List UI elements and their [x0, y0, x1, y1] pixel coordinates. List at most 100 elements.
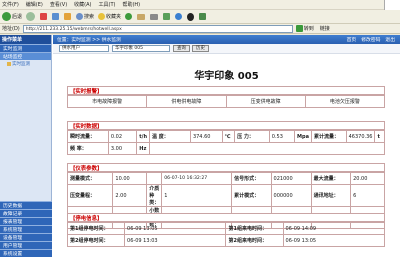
table-row: 第1组停电时间： 06-09 13:05 第1组来电时间： 06-09 14:0…: [66, 222, 386, 235]
unit-cell: t: [374, 130, 385, 143]
menu-favorites[interactable]: 收藏(A): [74, 1, 91, 8]
table-row: 频 率： 3.00 Hz: [67, 142, 385, 155]
unit-cell: ℃: [221, 130, 236, 143]
folder-icon: [7, 62, 11, 66]
sidebar-item-realtime[interactable]: 实时监测: [0, 44, 51, 52]
sidebar-item-settings[interactable]: 系统设置: [0, 249, 52, 257]
tool-icon: [199, 13, 207, 20]
menu-file[interactable]: 文件(F): [2, 1, 19, 8]
menu-help[interactable]: 帮助(H): [122, 1, 140, 8]
realtime-table: 瞬时流量： 0.02 t/h 温 度： 374.60 ℃ 压 力： 0.53 M…: [67, 130, 385, 155]
refresh-icon: [52, 13, 60, 20]
sidebar-item-devices[interactable]: 设备管理: [0, 233, 52, 241]
empty-cell: [149, 142, 385, 155]
table-row: 压变量程： 2.00 介质种类： 1 累计模式： 000000 通讯地址： 6: [66, 184, 385, 207]
sidebar: 操作菜单 实时监测 站场监控 实时监测 历史数据 故障记录 报表管理 系统管理 …: [0, 35, 52, 257]
print-button[interactable]: [150, 13, 159, 20]
address-label: 地址(D): [2, 26, 20, 32]
label-cell: 压变量程：: [66, 184, 114, 207]
mail-icon: [137, 13, 146, 20]
search-button[interactable]: 搜索: [76, 13, 94, 20]
edit-button[interactable]: [163, 13, 171, 20]
label-cell: 压 力：: [234, 130, 270, 143]
go-button[interactable]: 转到: [295, 25, 314, 32]
value-cell: 10.00: [112, 172, 148, 185]
value-cell: 06-09 13:05: [282, 234, 386, 247]
favorites-label: 收藏夹: [106, 14, 122, 20]
label-cell: 最大流量：: [310, 172, 352, 185]
back-button[interactable]: 后退: [2, 12, 22, 21]
value-cell: 06-07-10 16:32:27: [161, 172, 233, 185]
refresh-button[interactable]: [52, 13, 60, 20]
label-cell: 介质种类：: [146, 184, 163, 207]
history-button-2[interactable]: 历史: [192, 45, 209, 52]
sidebar-item-station[interactable]: 站场监控: [0, 52, 51, 60]
tool-button[interactable]: [199, 13, 207, 20]
change-password-link[interactable]: 修改密码: [361, 36, 380, 43]
back-arrow-icon: [2, 12, 11, 21]
forward-button[interactable]: [26, 12, 36, 21]
value-cell: 06-09 14:09: [282, 222, 386, 235]
favorites-button[interactable]: 收藏夹: [98, 13, 121, 20]
address-input[interactable]: http://211.233.25.15/webmrs/hotwell.aspx: [22, 24, 293, 33]
edit-icon: [163, 13, 171, 20]
sidebar-item-reports[interactable]: 报表管理: [0, 217, 52, 225]
label-cell: 信号形式：: [231, 172, 272, 185]
value-cell: 374.60: [189, 130, 223, 143]
value-cell: 46370.36: [345, 130, 376, 143]
qq-button[interactable]: [187, 12, 195, 21]
sidebar-header: 操作菜单: [0, 35, 51, 44]
filter-bar: 供水用户 华宇印象 005 查询 历史: [53, 44, 400, 54]
table-row: 市电故障报警 供电供电故障 压变供电故障 电池欠压报警: [66, 95, 386, 108]
label-cell: 通讯地址：: [310, 184, 352, 207]
links-button[interactable]: 链接: [320, 25, 330, 32]
go-label: 转到: [303, 26, 314, 32]
value-cell: 2.00: [112, 184, 148, 207]
value-cell: 6: [350, 184, 385, 207]
sidebar-subitem-realtime[interactable]: 实时监测: [0, 60, 51, 68]
label-cell: 测量模式：: [66, 172, 114, 185]
history-icon: [125, 13, 133, 20]
user-type-select[interactable]: 供水用户: [59, 45, 109, 52]
qq-penguin-icon: [187, 12, 195, 21]
sidebar-bottom-menu: 历史数据 故障记录 报表管理 系统管理 设备管理 用户管理 系统设置: [0, 201, 52, 257]
unit-cell: t/h: [136, 130, 151, 143]
home-link[interactable]: 首页: [347, 36, 357, 43]
star-icon: [98, 13, 106, 20]
query-button[interactable]: 查询: [173, 45, 190, 52]
breadcrumb: 位置：实时监测 >> 供水监测: [57, 38, 121, 43]
unit-cell: Hz: [136, 142, 151, 155]
history-button[interactable]: [125, 13, 133, 20]
value-cell: 021000: [270, 172, 312, 185]
sidebar-item-users[interactable]: 用户管理: [0, 241, 52, 249]
menu-view[interactable]: 查看(V): [50, 1, 67, 8]
messenger-button[interactable]: [175, 13, 183, 20]
outage-table: 第1组停电时间： 06-09 13:05 第1组来电时间： 06-09 14:0…: [66, 222, 386, 247]
menu-tools[interactable]: 工具(T): [99, 1, 116, 8]
alarm-cell: 压变供电故障: [225, 95, 306, 108]
station-select[interactable]: 华宇印象 005: [112, 45, 170, 52]
stop-button[interactable]: [40, 13, 48, 20]
params-section-header: 【仪表参数】: [67, 163, 385, 172]
sidebar-item-system[interactable]: 系统管理: [0, 225, 52, 233]
main-pane: 位置：实时监测 >> 供水监测 首页 修改密码 退出 供水用户 华宇印象 005…: [53, 35, 400, 257]
alarm-cell: 供电供电故障: [146, 95, 227, 108]
mail-button[interactable]: [137, 13, 146, 20]
value-cell: 0.02: [107, 130, 138, 143]
address-bar: 地址(D) http://211.233.25.15/webmrs/hotwel…: [0, 24, 400, 34]
unit-cell: Mpa: [294, 130, 312, 143]
browser-toolbar: 后退 搜索 收藏夹: [0, 10, 400, 24]
table-row: 第2组停电时间： 06-09 13:03 第2组来电时间： 06-09 13:0…: [66, 234, 386, 247]
sidebar-item-faults[interactable]: 故障记录: [0, 209, 52, 217]
label-cell: 第2组来电时间：: [225, 234, 284, 247]
value-cell: 20.00: [350, 172, 385, 185]
sidebar-item-history[interactable]: 历史数据: [0, 201, 52, 209]
menu-edit[interactable]: 编辑(E): [26, 1, 43, 8]
label-cell: [146, 172, 163, 185]
value-cell: 06-09 13:03: [124, 234, 227, 247]
table-row: 测量模式： 10.00 06-07-10 16:32:27 信号形式： 0210…: [66, 172, 385, 185]
logout-link[interactable]: 退出: [385, 36, 395, 43]
value-cell: 06-09 13:05: [124, 222, 227, 235]
alarm-cell: 电池欠压报警: [304, 95, 386, 108]
home-button[interactable]: [64, 13, 72, 20]
